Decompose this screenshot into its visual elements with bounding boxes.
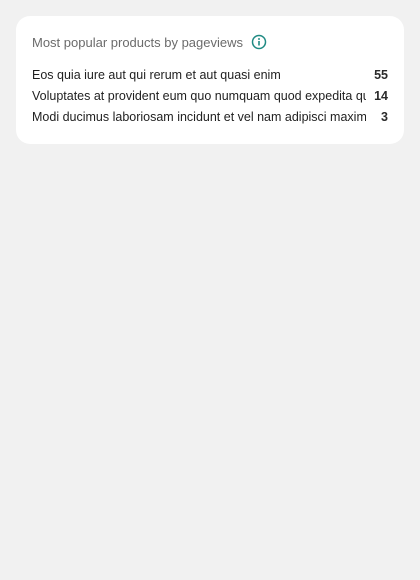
- product-name[interactable]: Voluptates at provident eum quo numquam …: [32, 89, 366, 103]
- list-item[interactable]: Voluptates at provident eum quo numquam …: [32, 85, 388, 106]
- pageview-count: 14: [374, 88, 388, 103]
- popular-products-card: Most popular products by pageviews Eos q…: [16, 16, 404, 144]
- info-circle-icon[interactable]: [251, 34, 267, 50]
- card-header: Most popular products by pageviews: [32, 32, 267, 52]
- pageview-count: 55: [374, 67, 388, 82]
- product-list: Eos quia iure aut qui rerum et aut quasi…: [32, 64, 388, 127]
- card-title: Most popular products by pageviews: [32, 34, 244, 50]
- list-item[interactable]: Eos quia iure aut qui rerum et aut quasi…: [32, 64, 388, 85]
- product-name[interactable]: Eos quia iure aut qui rerum et aut quasi…: [32, 68, 366, 82]
- product-name[interactable]: Modi ducimus laboriosam incidunt et vel …: [32, 110, 366, 124]
- pageview-count: 3: [381, 109, 388, 124]
- list-item[interactable]: Modi ducimus laboriosam incidunt et vel …: [32, 106, 388, 127]
